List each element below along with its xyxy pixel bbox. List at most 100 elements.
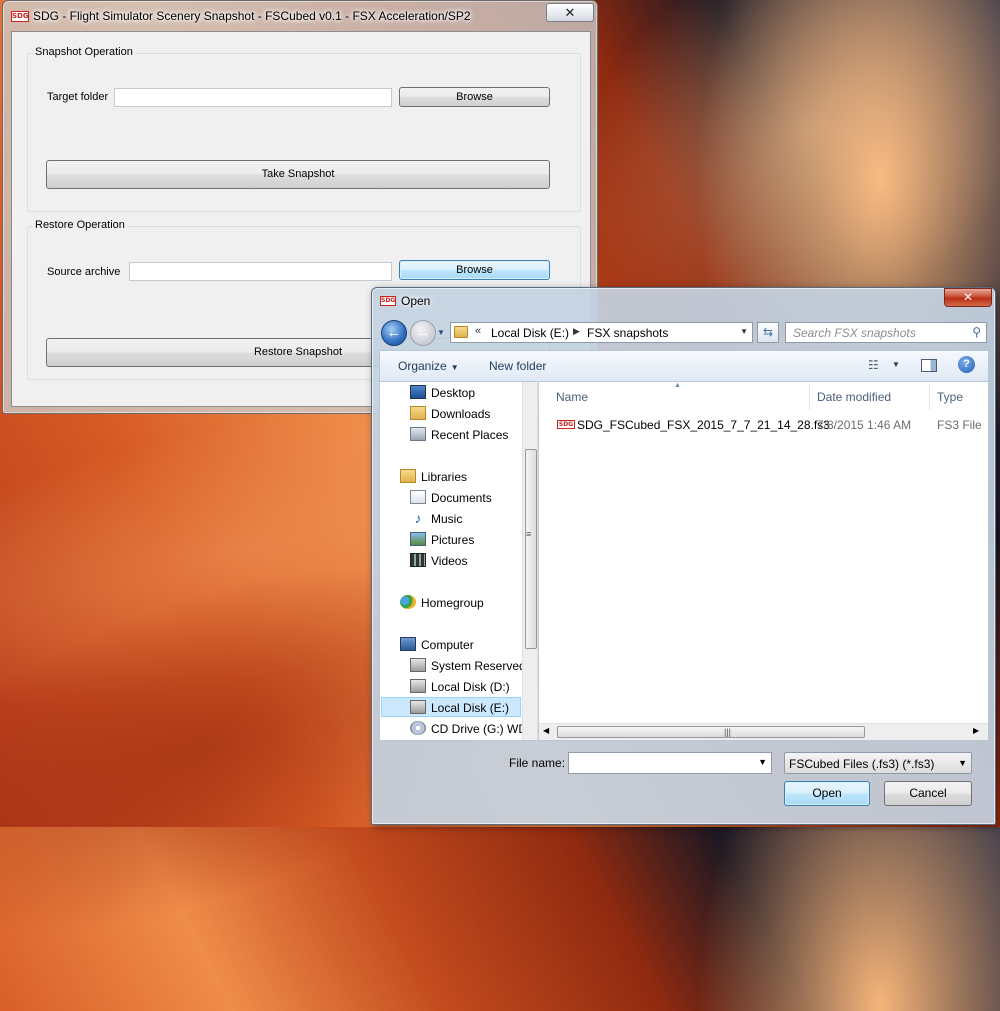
scrollbar-thumb[interactable]: ||| <box>557 726 865 738</box>
nav-item-desktop[interactable]: Desktop <box>410 383 522 403</box>
nav-item-videos[interactable]: Videos <box>410 551 522 571</box>
nav-item-local-disk-d[interactable]: Local Disk (D:) <box>410 677 522 697</box>
column-header-name[interactable]: Name <box>556 390 588 404</box>
preview-pane-icon[interactable] <box>921 359 937 372</box>
downloads-folder-icon <box>410 406 426 420</box>
take-snapshot-button[interactable]: Take Snapshot <box>46 160 550 189</box>
refresh-icon[interactable]: ⇆ <box>757 322 779 343</box>
file-list-horizontal-scrollbar[interactable]: ◀ ||| ▶ <box>539 723 988 740</box>
homegroup-icon <box>400 595 416 609</box>
help-icon[interactable]: ? <box>958 356 975 373</box>
forward-arrow-icon[interactable]: → <box>410 320 436 346</box>
chevron-down-icon[interactable]: ▼ <box>758 757 767 767</box>
nav-item-label: Computer <box>421 638 474 652</box>
target-folder-input[interactable] <box>114 88 392 107</box>
search-icon[interactable]: ⚲ <box>972 325 981 339</box>
dialog-title: Open <box>401 294 431 308</box>
drive-icon <box>410 679 426 693</box>
view-options-dropdown-icon[interactable]: ▼ <box>892 360 900 369</box>
nav-item-music[interactable]: ♪ Music <box>410 509 522 529</box>
navigation-pane[interactable]: Desktop Downloads Recent Places Librarie… <box>379 381 538 741</box>
file-name-input[interactable]: ▼ <box>568 752 772 774</box>
address-bar[interactable]: « Local Disk (E:) ▶ FSX snapshots ▼ <box>450 322 753 343</box>
new-folder-button[interactable]: New folder <box>489 359 546 373</box>
target-folder-label: Target folder <box>47 91 109 103</box>
restore-group-title: Restore Operation <box>33 219 127 231</box>
nav-item-homegroup[interactable]: Homegroup <box>400 593 522 613</box>
nav-item-label: Documents <box>431 491 492 505</box>
nav-item-recent-places[interactable]: Recent Places <box>410 425 522 445</box>
target-browse-button[interactable]: Browse <box>399 87 550 107</box>
nav-item-label: Homegroup <box>421 596 484 610</box>
file-date-modified: 7/8/2015 1:46 AM <box>817 418 912 432</box>
scroll-right-arrow-icon[interactable]: ▶ <box>973 726 979 735</box>
nav-item-local-disk-e[interactable]: Local Disk (E:) <box>381 697 521 717</box>
nav-item-label: Downloads <box>431 407 491 421</box>
file-name-label: File name: <box>509 756 566 770</box>
column-divider[interactable] <box>809 384 810 410</box>
scrollbar-thumb[interactable] <box>525 449 537 649</box>
nav-item-pictures[interactable]: Pictures <box>410 530 522 550</box>
change-view-icon[interactable]: ☷ <box>868 358 879 372</box>
open-file-dialog: SDG Open ✕ ← → ▼ « Local Disk (E:) ▶ FSX… <box>371 287 996 825</box>
nav-item-system-reserved[interactable]: System Reserved <box>410 656 530 676</box>
nav-item-downloads[interactable]: Downloads <box>410 404 522 424</box>
breadcrumb-local-disk-e[interactable]: Local Disk (E:) <box>491 326 569 340</box>
nav-item-libraries[interactable]: Libraries <box>400 467 522 487</box>
pictures-icon <box>410 532 426 546</box>
nav-item-label: Recent Places <box>431 428 509 442</box>
address-overflow-chevron[interactable]: « <box>475 325 481 337</box>
window-title: SDG - Flight Simulator Scenery Snapshot … <box>33 9 471 23</box>
recent-pages-dropdown-icon[interactable]: ▼ <box>437 328 445 337</box>
file-type-select[interactable]: FSCubed Files (.fs3) (*.fs3) ▼ <box>784 752 972 774</box>
scrollbar-grip-icon: ≡ <box>526 529 532 539</box>
nav-pane-scrollbar[interactable]: ≡ <box>522 382 537 740</box>
scroll-left-arrow-icon[interactable]: ◀ <box>543 726 549 735</box>
nav-item-label: Libraries <box>421 470 468 484</box>
chevron-down-icon[interactable]: ▼ <box>958 758 967 768</box>
file-list-pane[interactable]: ▲ Name Date modified Type SDG SDG_FSCube… <box>539 381 989 741</box>
recent-places-icon <box>410 427 426 441</box>
sort-ascending-icon: ▲ <box>674 382 681 389</box>
snapshot-group-title: Snapshot Operation <box>33 46 135 58</box>
close-button[interactable]: ✕ <box>546 3 594 22</box>
address-dropdown-icon[interactable]: ▼ <box>740 327 748 336</box>
source-archive-input[interactable] <box>129 262 392 281</box>
nav-item-label: Local Disk (D:) <box>431 680 510 694</box>
column-header-date-modified[interactable]: Date modified <box>817 390 891 404</box>
column-divider[interactable] <box>929 384 930 410</box>
dialog-close-button[interactable]: ✕ <box>944 288 992 307</box>
snapshot-group: Snapshot Operation Target folder Browse … <box>27 46 581 212</box>
search-input[interactable]: Search FSX snapshots ⚲ <box>785 322 987 343</box>
file-row[interactable]: SDG SDG_FSCubed_FSX_2015_7_7_21_14_28.fs… <box>555 416 988 436</box>
folder-icon <box>454 326 468 338</box>
music-icon: ♪ <box>414 510 422 526</box>
file-type: FS3 File <box>937 418 982 432</box>
search-placeholder: Search FSX snapshots <box>793 326 916 340</box>
drive-icon <box>410 700 426 714</box>
organize-label: Organize <box>398 359 447 373</box>
title-bar[interactable]: SDG SDG - Flight Simulator Scenery Snaps… <box>3 1 597 31</box>
organize-menu[interactable]: Organize ▼ <box>398 359 459 373</box>
nav-item-cd-drive-g[interactable]: CD Drive (G:) WD <box>410 719 527 739</box>
nav-item-label: Music <box>431 512 463 526</box>
column-header-type[interactable]: Type <box>937 390 963 404</box>
nav-item-label: Videos <box>431 554 468 568</box>
back-arrow-icon[interactable]: ← <box>381 320 407 346</box>
nav-item-computer[interactable]: Computer <box>400 635 522 655</box>
scrollbar-grip-icon: ||| <box>724 727 732 737</box>
sdg-app-icon: SDG <box>380 296 396 306</box>
cancel-button[interactable]: Cancel <box>884 781 972 806</box>
computer-icon <box>400 637 416 651</box>
nav-item-documents[interactable]: Documents <box>410 488 522 508</box>
drive-icon <box>410 658 426 672</box>
breadcrumb-separator-icon[interactable]: ▶ <box>573 326 580 337</box>
open-button[interactable]: Open <box>784 781 870 806</box>
libraries-icon <box>400 469 416 483</box>
breadcrumb-fsx-snapshots[interactable]: FSX snapshots <box>587 326 668 340</box>
command-toolbar: Organize ▼ New folder ☷ ▼ ? <box>379 350 989 381</box>
source-archive-label: Source archive <box>47 266 121 278</box>
file-type-value: FSCubed Files (.fs3) (*.fs3) <box>789 757 935 771</box>
source-browse-button[interactable]: Browse <box>399 260 550 280</box>
desktop-icon <box>410 385 426 399</box>
